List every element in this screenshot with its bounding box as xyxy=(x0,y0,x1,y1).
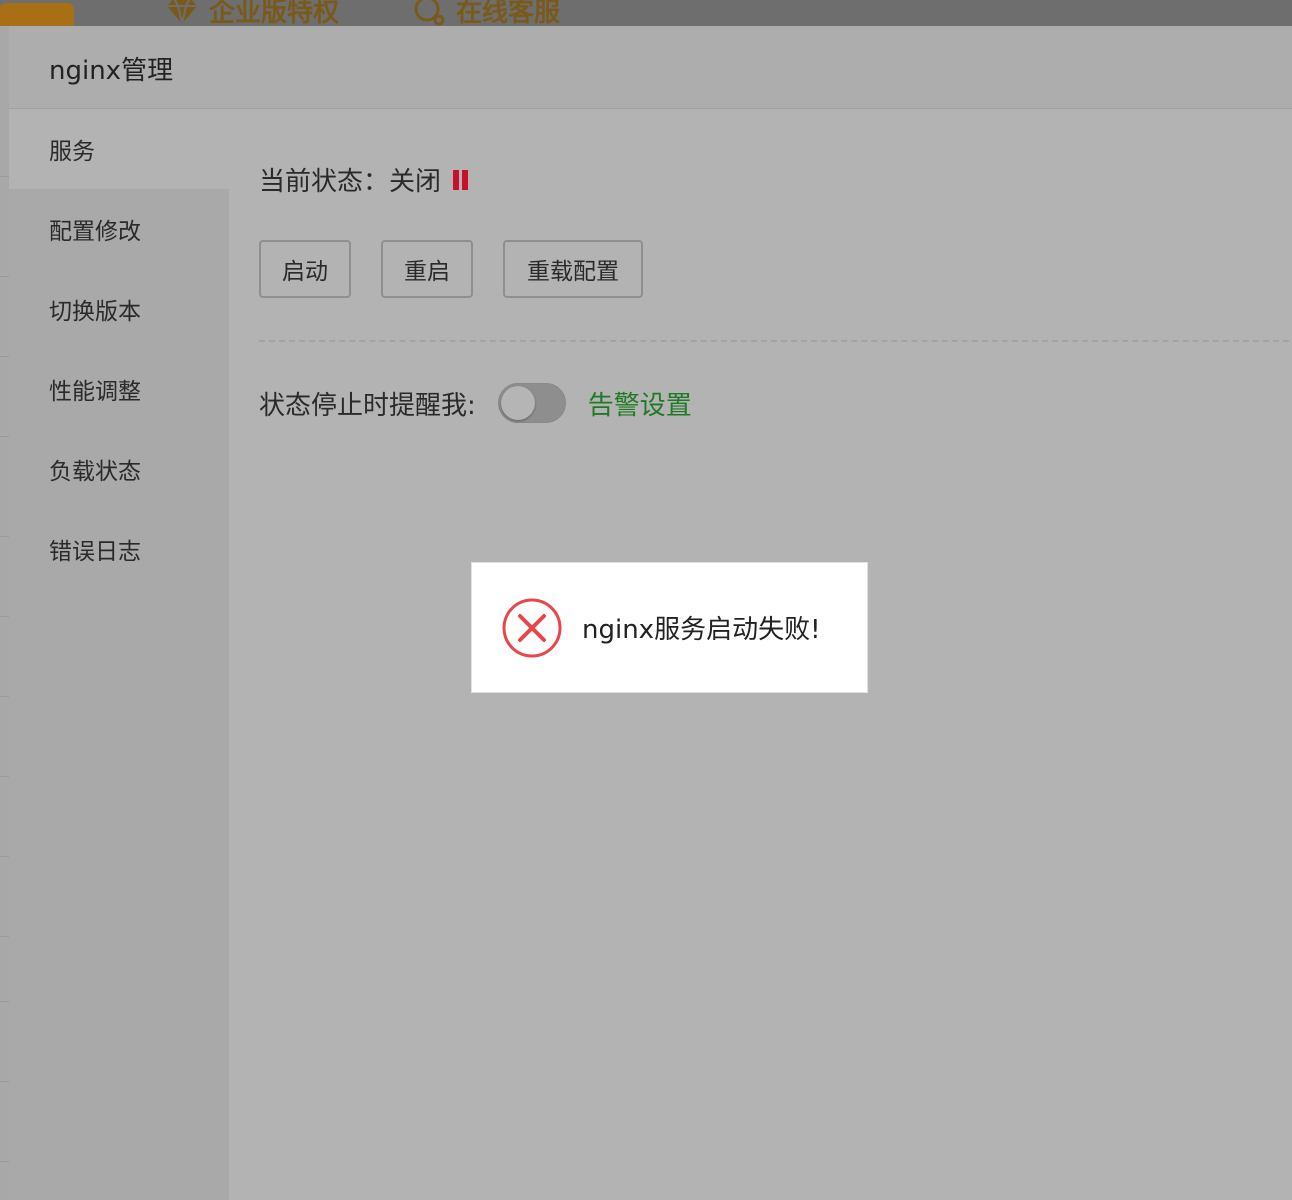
sidebar-item-label: 错误日志 xyxy=(49,539,141,565)
start-button[interactable]: 启动 xyxy=(259,240,351,298)
dialog-sidebar: 服务 配置修改 切换版本 性能调整 负载状态 错误日志 xyxy=(9,109,229,1200)
online-support-label: 在线客服 xyxy=(456,0,561,26)
stop-reminder-row: 状态停止时提醒我: 告警设置 xyxy=(259,383,692,423)
current-status: 当前状态： 关闭 xyxy=(259,161,469,198)
dialog-title: nginx管理 xyxy=(49,56,174,86)
error-circle-icon xyxy=(502,598,562,657)
sidebar-item-label: 配置修改 xyxy=(49,219,141,245)
toggle-knob xyxy=(500,386,535,420)
sidebar-item-performance-tuning[interactable]: 性能调整 xyxy=(9,349,229,429)
alarm-settings-link[interactable]: 告警设置 xyxy=(588,385,692,422)
background-badge xyxy=(0,3,74,26)
sidebar-item-service[interactable]: 服务 xyxy=(9,109,229,189)
sidebar-item-switch-version[interactable]: 切换版本 xyxy=(9,269,229,349)
sidebar-item-config-edit[interactable]: 配置修改 xyxy=(9,189,229,269)
status-label: 当前状态： xyxy=(259,167,390,197)
restart-button[interactable]: 重启 xyxy=(381,240,473,298)
enterprise-privileges-link: 企业版特权 xyxy=(165,0,339,26)
sidebar-item-label: 切换版本 xyxy=(49,299,141,325)
section-divider xyxy=(259,340,1292,342)
pause-icon xyxy=(453,169,469,190)
enterprise-privileges-label: 企业版特权 xyxy=(209,0,340,26)
diamond-icon xyxy=(167,0,197,24)
reload-config-button[interactable]: 重载配置 xyxy=(503,240,643,298)
online-support-link: 在线客服 xyxy=(412,0,560,26)
chat-bubble-icon xyxy=(414,0,445,25)
background-header: 企业版特权 在线客服 xyxy=(0,0,1292,26)
error-toast: nginx服务启动失败! xyxy=(471,562,868,693)
sidebar-item-label: 服务 xyxy=(49,139,95,165)
sidebar-item-label: 负载状态 xyxy=(49,459,141,485)
stop-reminder-toggle[interactable] xyxy=(497,383,566,423)
stop-reminder-label: 状态停止时提醒我: xyxy=(259,390,476,421)
toast-message: nginx服务启动失败! xyxy=(582,615,821,645)
status-value: 关闭 xyxy=(389,167,442,197)
sidebar-item-load-status[interactable]: 负载状态 xyxy=(9,429,229,509)
dialog-title-bar: nginx管理 xyxy=(9,26,1292,109)
sidebar-item-error-log[interactable]: 错误日志 xyxy=(9,509,229,589)
sidebar-item-label: 性能调整 xyxy=(49,379,141,405)
